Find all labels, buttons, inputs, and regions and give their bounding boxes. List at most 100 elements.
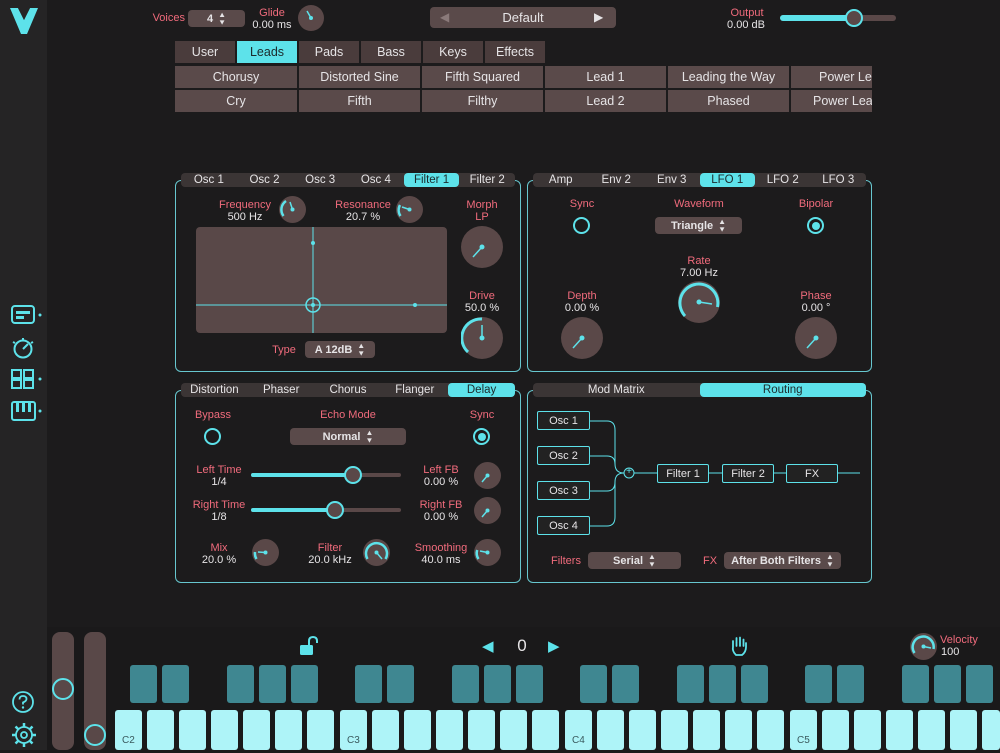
white-key[interactable]: C4: [565, 710, 592, 750]
white-key[interactable]: C3: [340, 710, 367, 750]
white-key[interactable]: [982, 710, 1000, 750]
tab-routing[interactable]: Routing: [699, 383, 866, 397]
black-key[interactable]: [966, 665, 993, 703]
white-key[interactable]: C2: [115, 710, 142, 750]
preset-item[interactable]: Filthy: [422, 90, 543, 112]
osc-node-3[interactable]: Osc 3: [537, 481, 590, 500]
tab-keys[interactable]: Keys: [423, 41, 483, 63]
tab-user[interactable]: User: [175, 41, 235, 63]
white-key[interactable]: C5: [790, 710, 817, 750]
black-key[interactable]: [709, 665, 736, 703]
white-key[interactable]: [500, 710, 527, 750]
delay-sync-toggle[interactable]: [473, 428, 490, 445]
phase-knob[interactable]: [795, 317, 837, 359]
black-key[interactable]: [355, 665, 382, 703]
tab-delay[interactable]: Delay: [448, 383, 515, 397]
preset-item[interactable]: Power Lead: [791, 66, 872, 88]
white-key[interactable]: [725, 710, 752, 750]
white-key[interactable]: [275, 710, 302, 750]
black-key[interactable]: [612, 665, 639, 703]
tab-mod-matrix[interactable]: Mod Matrix: [533, 383, 700, 397]
black-key[interactable]: [484, 665, 511, 703]
settings-gear-icon[interactable]: [11, 722, 37, 748]
left-time-thumb[interactable]: [344, 466, 362, 484]
tab-lfo-2[interactable]: LFO 2: [755, 173, 811, 187]
tab-bass[interactable]: Bass: [361, 41, 421, 63]
keyboard-view-icon[interactable]: [11, 401, 43, 421]
depth-knob[interactable]: [561, 317, 603, 359]
fx-routing-select[interactable]: After Both Filters ▲ ▼: [724, 552, 841, 569]
tab-pads[interactable]: Pads: [299, 41, 359, 63]
tab-lfo-3[interactable]: LFO 3: [811, 173, 867, 187]
pitch-bend-wheel[interactable]: [52, 632, 74, 750]
lfo-sync-toggle[interactable]: [573, 217, 590, 234]
tab-osc-3[interactable]: Osc 3: [292, 173, 348, 187]
previous-preset-icon[interactable]: ◀: [440, 10, 452, 24]
tab-phaser[interactable]: Phaser: [248, 383, 315, 397]
tab-osc-4[interactable]: Osc 4: [348, 173, 404, 187]
black-key[interactable]: [162, 665, 189, 703]
osc-node-4[interactable]: Osc 4: [537, 516, 590, 535]
tab-leads[interactable]: Leads: [237, 41, 297, 63]
white-key[interactable]: [243, 710, 270, 750]
white-key[interactable]: [918, 710, 945, 750]
white-key[interactable]: [211, 710, 238, 750]
right-fb-knob[interactable]: [474, 497, 501, 524]
preset-item[interactable]: Lead 1: [545, 66, 666, 88]
preset-item[interactable]: Chorusy: [175, 66, 297, 88]
tab-chorus[interactable]: Chorus: [315, 383, 382, 397]
tab-env-2[interactable]: Env 2: [589, 173, 645, 187]
white-key[interactable]: [468, 710, 495, 750]
velocity-knob[interactable]: [910, 633, 937, 660]
pitch-bend-thumb[interactable]: [52, 678, 74, 700]
preset-item[interactable]: Distorted Sine: [299, 66, 420, 88]
rate-knob[interactable]: [678, 281, 720, 323]
next-preset-icon[interactable]: ▶: [594, 10, 606, 24]
preset-item[interactable]: Lead 2: [545, 90, 666, 112]
synth-view-icon[interactable]: [11, 305, 43, 325]
fx-node[interactable]: FX: [786, 464, 838, 483]
octave-down-icon[interactable]: ◀: [482, 637, 498, 655]
white-key[interactable]: [404, 710, 431, 750]
tab-amp[interactable]: Amp: [533, 173, 589, 187]
tab-lfo-1[interactable]: LFO 1: [699, 173, 755, 187]
preset-selector[interactable]: ◀ Default ▶: [430, 7, 616, 28]
black-key[interactable]: [452, 665, 479, 703]
octave-up-icon[interactable]: ▶: [548, 637, 564, 655]
tab-osc-2[interactable]: Osc 2: [237, 173, 293, 187]
echo-mode-select[interactable]: Normal ▲ ▼: [290, 428, 406, 445]
white-key[interactable]: [372, 710, 399, 750]
white-key[interactable]: [757, 710, 784, 750]
black-key[interactable]: [516, 665, 543, 703]
tab-env-3[interactable]: Env 3: [644, 173, 700, 187]
white-key[interactable]: [661, 710, 688, 750]
preset-item[interactable]: Fifth Squared: [422, 66, 543, 88]
preset-item[interactable]: Leading the Way: [668, 66, 789, 88]
mod-wheel[interactable]: [84, 632, 106, 750]
filter-type-select[interactable]: A 12dB ▲ ▼: [305, 341, 375, 358]
tab-filter-1[interactable]: Filter 1: [403, 173, 460, 187]
black-key[interactable]: [837, 665, 864, 703]
mix-knob[interactable]: [252, 539, 279, 566]
black-key[interactable]: [227, 665, 254, 703]
left-fb-knob[interactable]: [474, 462, 501, 489]
filter-2-node[interactable]: Filter 2: [722, 464, 774, 483]
osc-node-2[interactable]: Osc 2: [537, 446, 590, 465]
filter-1-node[interactable]: Filter 1: [657, 464, 709, 483]
output-slider-thumb[interactable]: [845, 9, 863, 27]
white-key[interactable]: [532, 710, 559, 750]
tab-flanger[interactable]: Flanger: [381, 383, 448, 397]
black-key[interactable]: [902, 665, 929, 703]
tab-osc-1[interactable]: Osc 1: [181, 173, 237, 187]
smoothing-knob[interactable]: [474, 539, 501, 566]
resonance-knob[interactable]: [396, 196, 423, 223]
voices-stepper[interactable]: 4 ▲ ▼: [188, 10, 245, 27]
unlock-icon[interactable]: [298, 635, 318, 656]
white-key[interactable]: [307, 710, 334, 750]
mod-wheel-thumb[interactable]: [84, 724, 106, 746]
tab-filter-2[interactable]: Filter 2: [459, 173, 515, 187]
black-key[interactable]: [387, 665, 414, 703]
preset-item[interactable]: Fifth: [299, 90, 420, 112]
black-key[interactable]: [805, 665, 832, 703]
delay-filter-knob[interactable]: [363, 539, 390, 566]
